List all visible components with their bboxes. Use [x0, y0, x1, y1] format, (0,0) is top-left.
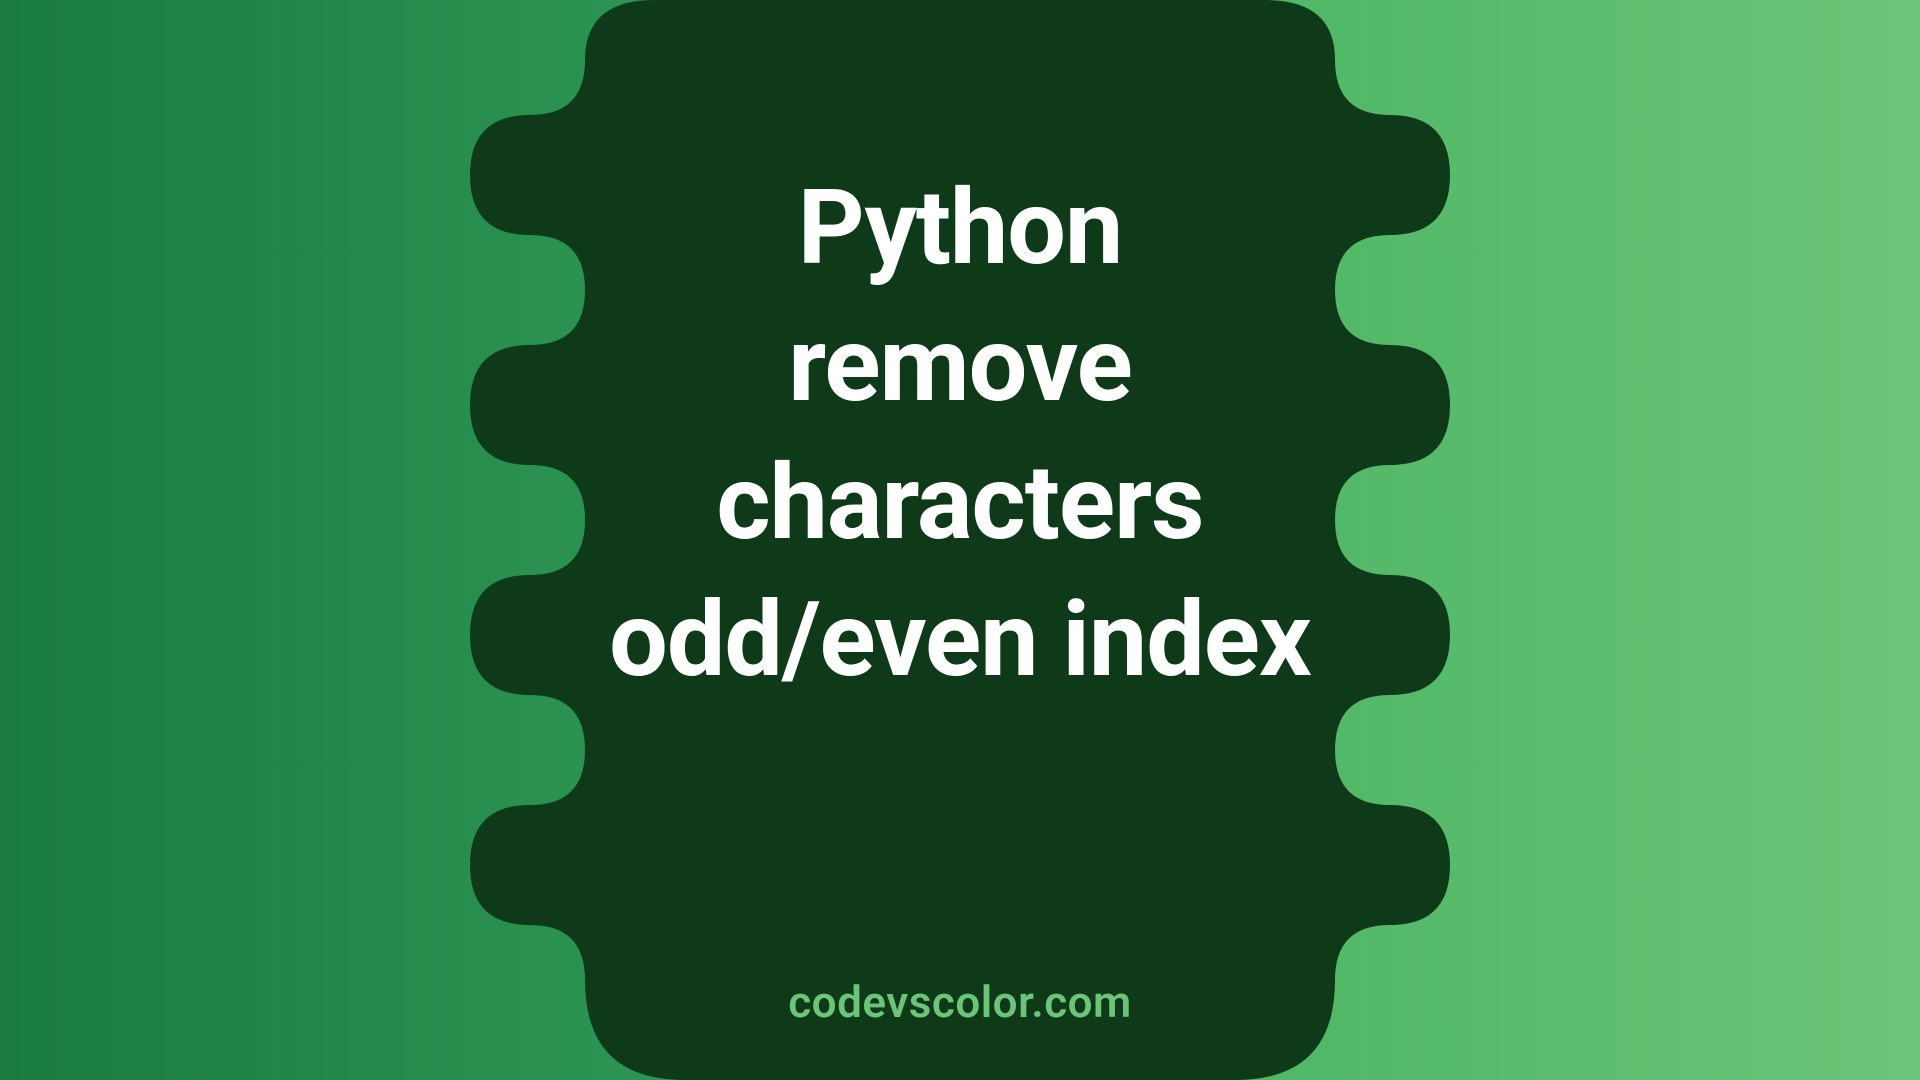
- title-line: characters: [0, 435, 1920, 572]
- site-credit: codevscolor.com: [0, 976, 1920, 1028]
- title-line: odd/even index: [0, 572, 1920, 709]
- title-line: Python: [0, 160, 1920, 297]
- title-line: remove: [0, 297, 1920, 434]
- hero-title: Python remove characters odd/even index: [0, 160, 1920, 709]
